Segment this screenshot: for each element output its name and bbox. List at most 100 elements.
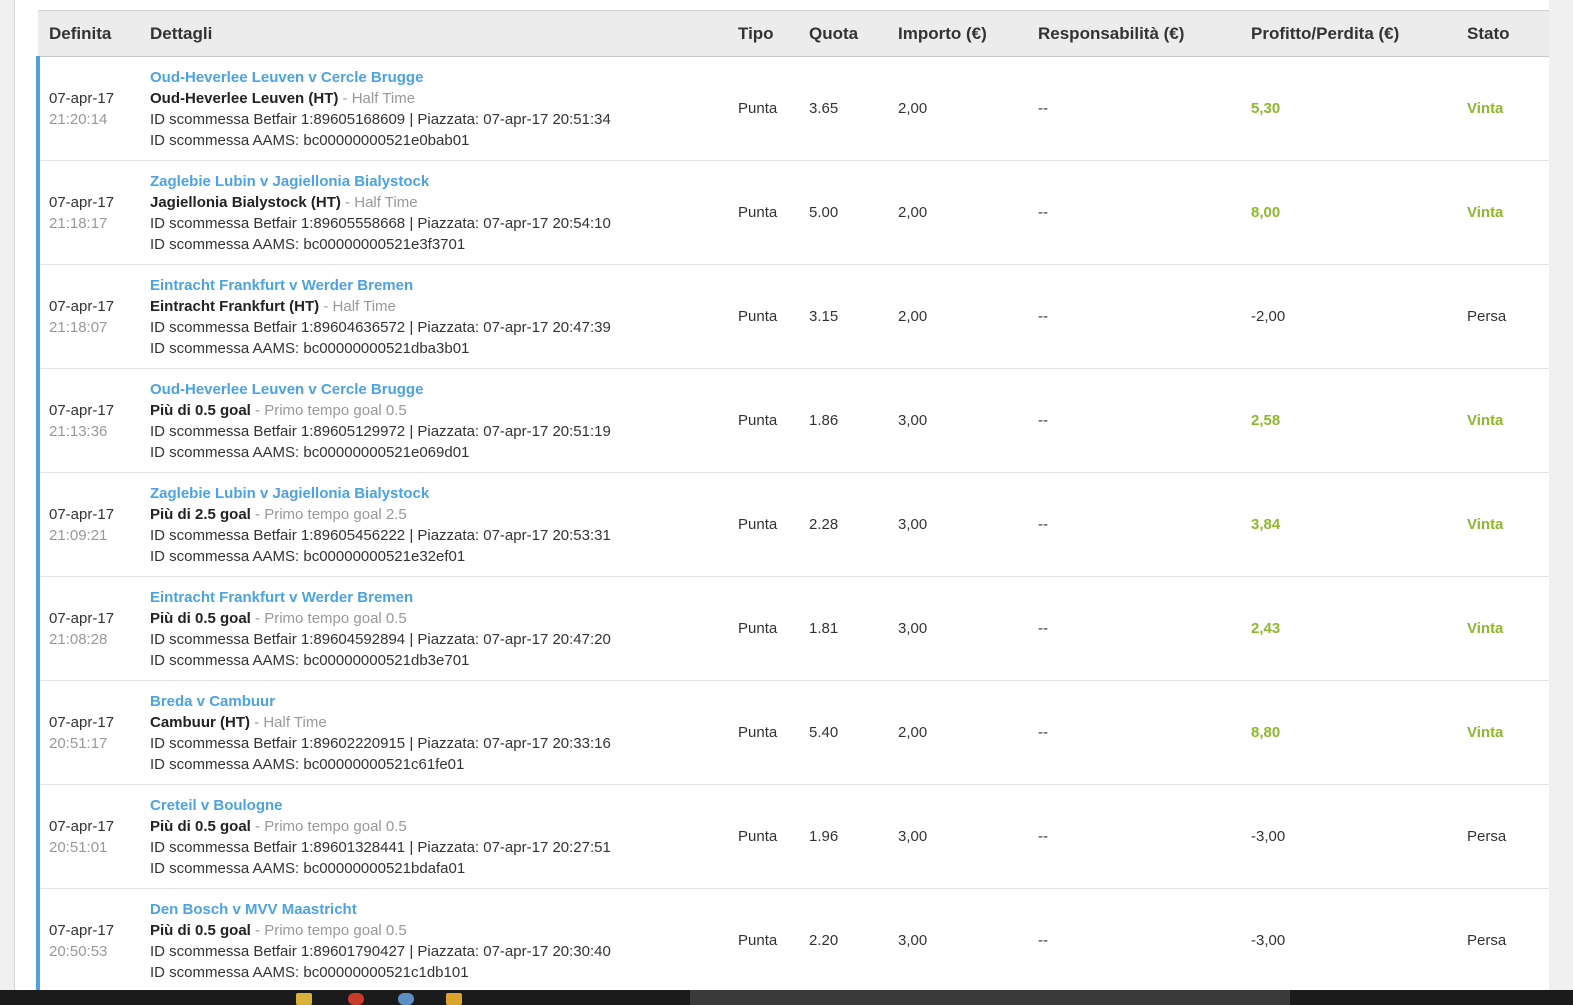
selection-separator: - <box>250 609 265 627</box>
header-responsabilita: Responsabilità (€) <box>1038 23 1185 43</box>
market-name: Primo tempo goal 0.5 <box>264 817 407 835</box>
status-badge: Persa <box>1467 308 1507 325</box>
cell-dettagli: Eintracht Frankfurt v Werder Bremen Eintr… <box>148 265 738 369</box>
status-badge: Persa <box>1467 932 1507 949</box>
cell-profitto-perdita: -3,00 <box>1251 932 1286 949</box>
taskbar-app-icon[interactable] <box>446 993 462 1005</box>
table-row: 07-apr-17 20:50:53 Den Bosch v MVV Maastri… <box>36 888 1549 993</box>
cell-responsabilita: -- <box>1038 516 1048 533</box>
taskbar-app-icon[interactable] <box>296 993 312 1005</box>
header-definita[interactable]: Definita <box>38 11 148 57</box>
selection-separator: - <box>250 817 265 835</box>
taskbar-window-strip <box>690 990 1290 1005</box>
event-link[interactable]: Zaglebie Lubin v Jagiellonia Bialystock <box>150 485 429 502</box>
cell-dettagli: Zaglebie Lubin v Jagiellonia Bialystock J… <box>148 161 738 265</box>
selection-separator: - <box>250 505 265 523</box>
cell-tipo: Punta <box>738 724 778 741</box>
betfair-id-line: ID scommessa Betfair 1:89604592894 | Pia… <box>150 630 611 648</box>
cell-profitto-perdita: 8,80 <box>1251 724 1281 741</box>
cell-quota: 2.20 <box>809 932 839 949</box>
cell-definita: 07-apr-17 21:18:07 <box>36 264 148 369</box>
event-link[interactable]: Oud-Heverlee Leuven v Cercle Brugge <box>150 69 423 86</box>
cell-importo: 2,00 <box>898 100 928 117</box>
aams-id-line: ID scommessa AAMS: bc00000000521e0bab01 <box>150 131 470 149</box>
settled-date: 07-apr-17 <box>49 89 115 107</box>
settled-date: 07-apr-17 <box>49 193 115 211</box>
cell-dettagli: Oud-Heverlee Leuven v Cercle Brugge Oud-H… <box>148 57 738 161</box>
table-body: 07-apr-17 21:20:14 Oud-Heverlee Leuven v C… <box>36 56 1549 993</box>
selection-name: Jagiellonia Bialystock (HT) <box>150 193 341 211</box>
market-name: Primo tempo goal 2.5 <box>264 505 407 523</box>
cell-definita: 07-apr-17 21:13:36 <box>36 368 148 473</box>
cell-quota: 3.15 <box>809 308 839 325</box>
status-badge: Vinta <box>1467 412 1504 429</box>
settled-time: 21:09:21 <box>49 526 108 544</box>
betfair-id-line: ID scommessa Betfair 1:89605129972 | Pia… <box>150 422 611 440</box>
vertical-scrollbar[interactable] <box>1549 0 1573 990</box>
aams-id-line: ID scommessa AAMS: bc00000000521e069d01 <box>150 443 470 461</box>
header-tipo: Tipo <box>738 23 774 43</box>
betfair-id-line: ID scommessa Betfair 1:89605558668 | Pia… <box>150 214 611 232</box>
os-taskbar <box>0 990 1573 1005</box>
cell-definita: 07-apr-17 20:51:01 <box>36 784 148 889</box>
event-link[interactable]: Breda v Cambuur <box>150 693 275 710</box>
cell-importo: 3,00 <box>898 516 928 533</box>
event-link[interactable]: Creteil v Boulogne <box>150 797 283 814</box>
cell-quota: 1.86 <box>809 412 839 429</box>
cell-profitto-perdita: 5,30 <box>1251 100 1281 117</box>
cell-responsabilita: -- <box>1038 204 1048 221</box>
market-name: Primo tempo goal 0.5 <box>264 921 407 939</box>
aams-id-line: ID scommessa AAMS: bc00000000521e3f3701 <box>150 235 466 253</box>
cell-profitto-perdita: 2,58 <box>1251 412 1281 429</box>
cell-profitto-perdita: -2,00 <box>1251 308 1286 325</box>
status-badge: Vinta <box>1467 100 1504 117</box>
settled-date: 07-apr-17 <box>49 713 115 731</box>
aams-id-line: ID scommessa AAMS: bc00000000521dba3b01 <box>150 339 470 357</box>
cell-responsabilita: -- <box>1038 828 1048 845</box>
aams-id-line: ID scommessa AAMS: bc00000000521e32ef01 <box>150 547 466 565</box>
table-row: 07-apr-17 20:51:01 Creteil v Boulogne Più d… <box>36 784 1549 889</box>
betfair-id-line: ID scommessa Betfair 1:89605168609 | Pia… <box>150 110 611 128</box>
event-link[interactable]: Eintracht Frankfurt v Werder Bremen <box>150 277 413 294</box>
market-name: Half Time <box>263 713 327 731</box>
taskbar-app-icon[interactable] <box>398 993 414 1005</box>
betfair-id-line: ID scommessa Betfair 1:89604636572 | Pia… <box>150 318 611 336</box>
cell-quota: 2.28 <box>809 516 839 533</box>
taskbar-app-icon[interactable] <box>348 993 364 1005</box>
cell-importo: 3,00 <box>898 828 928 845</box>
selection-separator: - <box>338 89 352 107</box>
table-header-row: Definita Dettagli Tipo Quota Importo (€)… <box>38 10 1549 57</box>
settled-date: 07-apr-17 <box>49 817 115 835</box>
betfair-id-line: ID scommessa Betfair 1:89602220915 | Pia… <box>150 734 611 752</box>
settled-date: 07-apr-17 <box>49 401 115 419</box>
cell-responsabilita: -- <box>1038 308 1048 325</box>
cell-definita: 07-apr-17 20:51:17 <box>36 680 148 785</box>
selection-separator: - <box>250 713 264 731</box>
event-link[interactable]: Eintracht Frankfurt v Werder Bremen <box>150 589 413 606</box>
event-link[interactable]: Den Bosch v MVV Maastricht <box>150 901 357 918</box>
status-badge: Vinta <box>1467 204 1504 221</box>
table-row: 07-apr-17 21:18:17 Zaglebie Lubin v Jagiel… <box>36 160 1549 265</box>
event-link[interactable]: Zaglebie Lubin v Jagiellonia Bialystock <box>150 173 429 190</box>
selection-name: Più di 0.5 goal <box>150 921 251 939</box>
cell-tipo: Punta <box>738 308 778 325</box>
market-name: Half Time <box>351 89 416 107</box>
aams-id-line: ID scommessa AAMS: bc00000000521db3e701 <box>150 651 470 669</box>
cell-dettagli: Zaglebie Lubin v Jagiellonia Bialystock P… <box>148 473 738 577</box>
selection-separator: - <box>250 921 265 939</box>
selection-name: Più di 0.5 goal <box>150 609 251 627</box>
selection-name: Più di 0.5 goal <box>150 401 251 419</box>
cell-importo: 2,00 <box>898 204 928 221</box>
cell-importo: 2,00 <box>898 308 928 325</box>
header-stato: Stato <box>1467 23 1510 43</box>
market-name: Half Time <box>354 193 418 211</box>
selection-separator: - <box>319 297 333 315</box>
settled-time: 20:51:17 <box>49 734 108 752</box>
cell-quota: 1.81 <box>809 620 839 637</box>
settled-time: 21:18:07 <box>49 318 108 336</box>
betfair-id-line: ID scommessa Betfair 1:89601790427 | Pia… <box>150 942 611 960</box>
cell-tipo: Punta <box>738 828 778 845</box>
event-link[interactable]: Oud-Heverlee Leuven v Cercle Brugge <box>150 381 423 398</box>
selection-separator: - <box>250 401 265 419</box>
settled-time: 20:50:53 <box>49 942 108 960</box>
